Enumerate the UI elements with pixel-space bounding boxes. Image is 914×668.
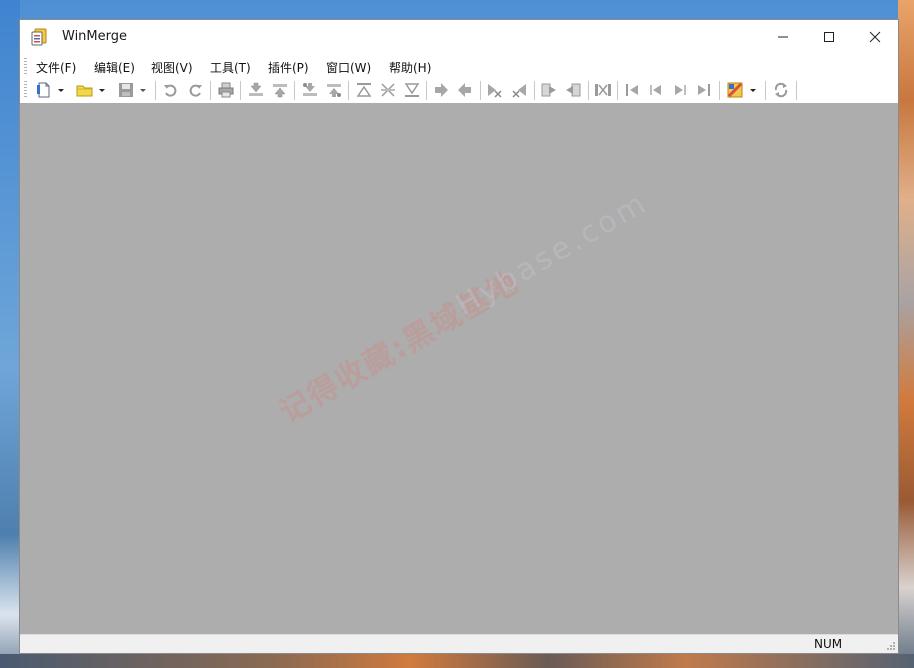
toolbar-separator — [348, 81, 349, 100]
maximize-button[interactable] — [806, 20, 852, 54]
toolbar — [20, 78, 898, 103]
open-dropdown-icon[interactable] — [97, 81, 107, 99]
toolbar-separator — [617, 81, 618, 100]
save-dropdown-icon[interactable] — [138, 81, 148, 99]
menu-help[interactable]: 帮助(H) — [389, 59, 431, 76]
goto-prev-icon[interactable] — [647, 81, 665, 99]
num-lock-indicator: NUM — [814, 637, 843, 651]
menu-grip[interactable] — [24, 58, 27, 74]
desktop-right — [898, 0, 914, 668]
first-diff-icon[interactable] — [355, 81, 373, 99]
menu-plugins[interactable]: 插件(P) — [268, 59, 309, 76]
toolbar-separator — [588, 81, 589, 100]
save-icon[interactable] — [117, 81, 135, 99]
prev-diff-icon[interactable] — [271, 81, 289, 99]
toolbar-separator — [426, 81, 427, 100]
toolbar-separator — [240, 81, 241, 100]
toolbar-separator — [796, 81, 797, 100]
options-dropdown-icon[interactable] — [748, 81, 758, 99]
minimize-button[interactable] — [760, 20, 806, 54]
options-icon[interactable] — [726, 81, 744, 99]
menu-edit[interactable]: 编辑(E) — [94, 59, 135, 76]
close-button[interactable] — [852, 20, 898, 54]
maximize-icon — [824, 32, 834, 42]
window-title: WinMerge — [62, 29, 127, 44]
goto-last-icon[interactable] — [695, 81, 713, 99]
new-dropdown-icon[interactable] — [56, 81, 66, 99]
mdi-client-area[interactable]: 记得收藏:黑域基地 Hybase.com — [20, 103, 898, 634]
open-folder-icon[interactable] — [76, 81, 94, 99]
status-bar: NUM — [20, 634, 898, 653]
next-diff-icon[interactable] — [247, 81, 265, 99]
toolbar-grip[interactable] — [24, 81, 27, 99]
goto-next-icon[interactable] — [671, 81, 689, 99]
current-diff-icon[interactable] — [379, 81, 397, 99]
print-icon[interactable] — [217, 81, 235, 99]
toolbar-separator — [155, 81, 156, 100]
new-document-icon[interactable] — [35, 81, 53, 99]
redo-icon[interactable] — [186, 81, 204, 99]
menu-bar: 文件(F) 编辑(E) 视图(V) 工具(T) 插件(P) 窗口(W) 帮助(H… — [20, 54, 898, 78]
prev-conflict-icon[interactable] — [325, 81, 343, 99]
toolbar-separator — [480, 81, 481, 100]
menu-file[interactable]: 文件(F) — [36, 59, 76, 76]
menu-tools[interactable]: 工具(T) — [210, 59, 251, 76]
copy-right-icon[interactable] — [432, 81, 450, 99]
refresh-icon[interactable] — [772, 81, 790, 99]
toolbar-separator — [294, 81, 295, 100]
goto-first-icon[interactable] — [623, 81, 641, 99]
minimize-icon — [778, 36, 788, 38]
undo-icon[interactable] — [162, 81, 180, 99]
title-bar[interactable]: WinMerge — [20, 20, 898, 54]
copy-all-left-icon[interactable] — [564, 81, 582, 99]
toolbar-separator — [765, 81, 766, 100]
last-diff-icon[interactable] — [403, 81, 421, 99]
merge-all-icon[interactable] — [594, 81, 612, 99]
desktop-left — [0, 0, 20, 668]
menu-window[interactable]: 窗口(W) — [326, 59, 371, 76]
resize-grip-icon[interactable] — [886, 641, 896, 651]
desktop-bottom — [0, 654, 914, 668]
copy-right-advance-icon[interactable] — [486, 81, 504, 99]
toolbar-separator — [210, 81, 211, 100]
winmerge-app-icon — [31, 28, 47, 46]
copy-all-right-icon[interactable] — [540, 81, 558, 99]
copy-left-advance-icon[interactable] — [510, 81, 528, 99]
close-icon — [869, 31, 881, 43]
toolbar-separator — [534, 81, 535, 100]
winmerge-window: WinMerge 文件(F) 编辑(E) 视图(V) 工具(T) 插件(P) 窗… — [19, 19, 899, 654]
menu-view[interactable]: 视图(V) — [151, 59, 193, 76]
copy-left-icon[interactable] — [456, 81, 474, 99]
next-conflict-icon[interactable] — [301, 81, 319, 99]
watermark-url: Hybase.com — [450, 185, 655, 324]
toolbar-separator — [719, 81, 720, 100]
